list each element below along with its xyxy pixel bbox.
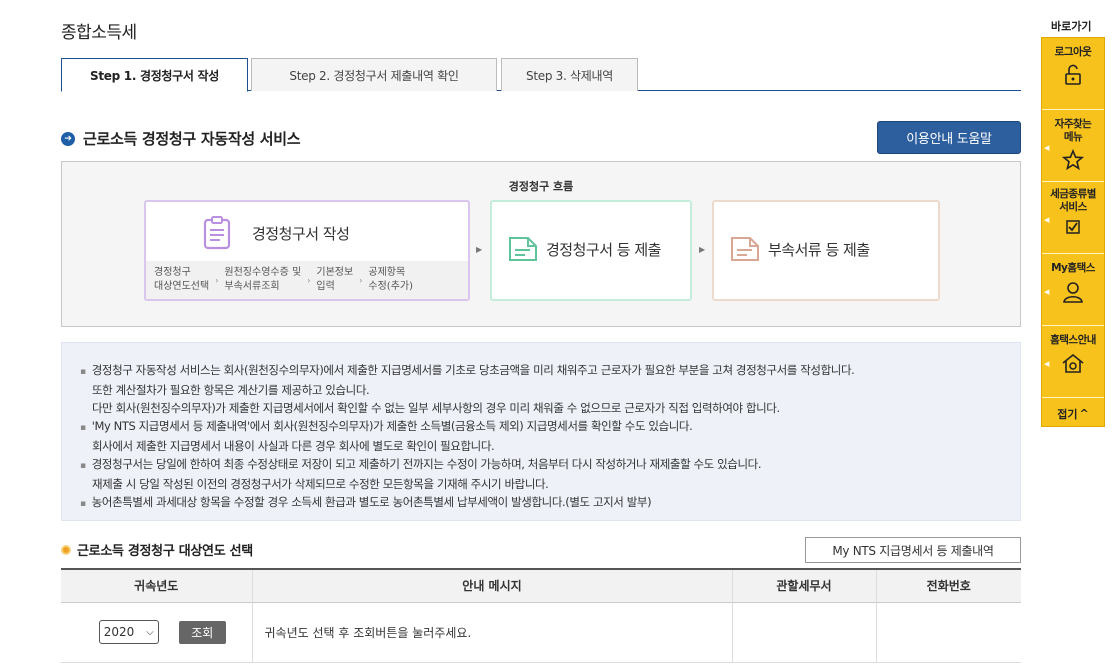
- checkbox-icon: [1066, 220, 1080, 234]
- quick-hometax-guide[interactable]: 홈택스안내 ◀: [1042, 326, 1104, 398]
- flow-step-submit: 경정청구서 등 제출: [490, 200, 692, 301]
- guide-message: 귀속년도 선택 후 조회버튼을 눌러주세요.: [251, 602, 732, 663]
- chevron-right-icon: ›: [215, 275, 219, 285]
- header-message: 안내 메시지: [251, 568, 732, 603]
- page-title: 종합소득세: [61, 23, 137, 43]
- year-select[interactable]: 2020 ⌵: [98, 620, 159, 644]
- flow-step-write-title: 경정청구서 작성: [252, 224, 350, 243]
- flow-step-attach-title: 부속서류 등 제출: [768, 240, 870, 259]
- notice-box: 경정청구 자동작성 서비스는 회사(원천징수의무자)에서 제출한 지급명세서를 …: [61, 342, 1021, 521]
- flow-step-attach: 부속서류 등 제출: [712, 200, 940, 301]
- notice-line: 경정청구서는 당일에 한하여 최종 수정상태로 저장이 되고 제출하기 전까지는…: [80, 455, 1020, 475]
- header-office: 관할세무서: [731, 568, 876, 603]
- office-cell: [731, 602, 876, 663]
- star-icon: [1062, 149, 1084, 171]
- substep-basic-info: 기본정보 입력: [316, 267, 354, 292]
- quick-logout[interactable]: 로그아웃: [1042, 38, 1104, 110]
- tab-step3[interactable]: Step 3. 삭제내역: [501, 58, 638, 91]
- header-phone: 전화번호: [875, 568, 1021, 603]
- notice-line: 'My NTS 지급명세서 등 제출내역'에서 회사(원천징수의무자)가 제출한…: [80, 417, 1020, 437]
- my-nts-button[interactable]: My NTS 지급명세서 등 제출내역: [805, 537, 1021, 563]
- notice-line: 다만 회사(원천징수의무자)가 제출한 지급명세서에서 확인할 수 없는 일부 …: [92, 401, 780, 415]
- flow-step-submit-title: 경정청구서 등 제출: [546, 240, 661, 259]
- notice-line: 경정청구 자동작성 서비스는 회사(원천징수의무자)에서 제출한 지급명세서를 …: [80, 361, 1020, 381]
- user-icon: [1063, 282, 1083, 303]
- quick-menu: 로그아웃 자주찾는 메뉴 ◀ 세금종류별 서비스 ◀ My홈택스 ◀ 홈택스안내: [1041, 37, 1105, 427]
- flow-label: 경정청구 흐름: [508, 180, 574, 193]
- fold-button[interactable]: 접기 ^: [1042, 401, 1104, 426]
- chevron-down-icon: ⌵: [146, 626, 154, 638]
- quick-my-hometax[interactable]: My홈택스 ◀: [1042, 254, 1104, 326]
- substep-list: 경정청구 대상연도선택 › 원천징수영수증 및 부속서류조회 › 기본정보 입력 › …: [146, 261, 468, 299]
- chevron-right-icon: ›: [359, 275, 363, 285]
- year-section-title-text: 근로소득 경정청구 대상연도 선택: [77, 544, 253, 559]
- caret-left-icon: ◀: [1044, 216, 1050, 224]
- substep-receipt: 원천징수영수증 및 부속서류조회: [224, 267, 302, 292]
- tab-step1[interactable]: Step 1. 경정청구서 작성: [61, 58, 248, 92]
- quick-favorite-menu[interactable]: 자주찾는 메뉴 ◀: [1042, 110, 1104, 182]
- unlock-icon: [1065, 64, 1081, 85]
- caret-left-icon: ◀: [1044, 144, 1050, 152]
- notice-line: 농어촌특별세 과세대상 항목을 수정할 경우 소득세 환급과 별도로 농어촌특별…: [80, 493, 1020, 513]
- document-icon: [731, 237, 759, 261]
- flow-step-write: 경정청구서 작성 경정청구 대상연도선택 › 원천징수영수증 및 부속서류조회 › …: [144, 200, 470, 301]
- year-select-value: 2020: [103, 625, 135, 639]
- quick-menu-label: 바로가기: [1051, 20, 1092, 33]
- chevron-right-icon: ›: [307, 275, 311, 285]
- chevron-up-icon: ^: [1079, 407, 1089, 420]
- document-icon: [509, 237, 537, 261]
- help-button[interactable]: 이용안내 도움말: [877, 121, 1021, 154]
- home-icon: [1062, 353, 1084, 373]
- step-tabs: Step 1. 경정청구서 작성 Step 2. 경정청구서 제출내역 확인 S…: [61, 58, 1021, 92]
- search-button[interactable]: 조회: [178, 620, 226, 644]
- tab-step2[interactable]: Step 2. 경정청구서 제출내역 확인: [251, 58, 497, 91]
- quick-tax-service[interactable]: 세금종류별 서비스 ◀: [1042, 182, 1104, 254]
- service-title-text: 근로소득 경정청구 자동작성 서비스: [83, 130, 301, 148]
- clipboard-icon: [203, 216, 231, 250]
- table-row: 2020 ⌵ 조회 귀속년도 선택 후 조회버튼을 눌러주세요.: [61, 602, 1021, 663]
- flow-arrow-icon: ▶: [476, 245, 483, 254]
- bullet-dot-icon: [61, 544, 71, 555]
- year-table: 귀속년도 안내 메시지 관할세무서 전화번호 2020 ⌵ 조회 귀속년도 선택…: [61, 568, 1021, 663]
- arrow-circle-icon: ➔: [61, 131, 75, 146]
- year-section-title: 근로소득 경정청구 대상연도 선택: [61, 540, 253, 559]
- substep-year: 경정청구 대상연도선택: [154, 267, 210, 292]
- flow-diagram: 경정청구 흐름 경정청구서 작성 경정청구 대상연도선택 › 원천징수영수증 및부…: [61, 161, 1021, 327]
- service-title: ➔ 근로소득 경정청구 자동작성 서비스: [61, 128, 301, 149]
- header-year: 귀속년도: [61, 568, 252, 603]
- notice-line: 재제출 시 당일 작성된 이전의 경정청구서가 삭제되므로 수정한 모든항목을 …: [92, 477, 549, 491]
- flow-arrow-icon: ▶: [699, 245, 706, 254]
- substep-deduction: 공제항목 수정(추가): [368, 267, 414, 292]
- caret-left-icon: ◀: [1044, 288, 1050, 296]
- notice-line: 회사에서 제출한 지급명세서 내용이 사실과 다른 경우 회사에 별도로 확인이…: [92, 439, 495, 453]
- phone-cell: [875, 602, 1021, 663]
- notice-line: 또한 계산절차가 필요한 항목은 계산기를 제공하고 있습니다.: [92, 383, 370, 397]
- caret-left-icon: ◀: [1044, 360, 1050, 368]
